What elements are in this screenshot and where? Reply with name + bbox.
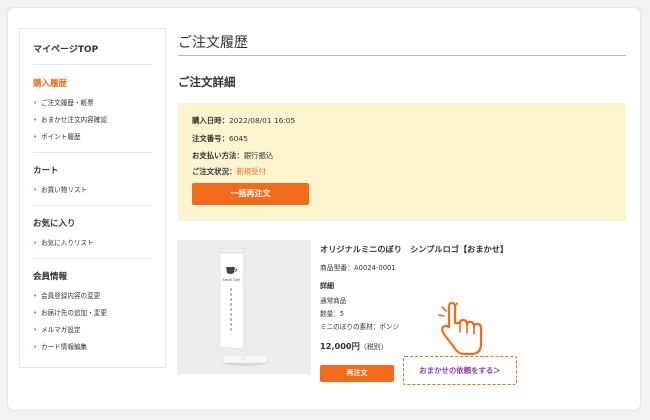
page-title: ご注文履歴 bbox=[178, 35, 248, 51]
request-omakase-link[interactable]: おまかせの依頼をする＞ bbox=[403, 356, 517, 385]
price-value: 12,000円 bbox=[320, 341, 360, 351]
divider bbox=[33, 205, 152, 206]
payment-method-label: お支払い方法： bbox=[192, 151, 244, 160]
order-date-row: 購入日時：2022/08/01 16:05 bbox=[192, 115, 295, 126]
sidebar-section-title: お気に入り bbox=[33, 219, 76, 229]
sidebar-section-cart: カート • お買い物リスト bbox=[33, 164, 153, 199]
product-image[interactable]: Smile Cafe bbox=[177, 240, 311, 374]
order-date-value: 2022/08/01 16:05 bbox=[228, 116, 296, 125]
order-status-row: ご注文状況：新規受付 bbox=[192, 166, 266, 177]
sidebar-item-point-history[interactable]: • ポイント履歴 bbox=[33, 129, 153, 146]
sidebar-section-member-info: 会員情報 • 会員登録内容の変更 • お届け先の追加・変更 • メルマガ設定 • カード… bbox=[33, 270, 153, 356]
order-number-row: 注文番号：6045 bbox=[192, 133, 248, 144]
sidebar-item-card-info[interactable]: • カード情報編集 bbox=[33, 339, 153, 356]
reorder-button[interactable]: 再注文 bbox=[320, 365, 394, 382]
divider bbox=[178, 55, 626, 56]
bullet-icon: • bbox=[33, 99, 38, 107]
order-status-label: ご注文状況： bbox=[192, 167, 237, 176]
product-detail-material: ミニのぼりの素材：ポンジ bbox=[320, 323, 400, 331]
divider bbox=[33, 64, 152, 65]
mini-flag-illustration: Smile Cafe bbox=[177, 240, 311, 374]
order-summary-box: 購入日時：2022/08/01 16:05 注文番号：6045 お支払い方法：銀… bbox=[178, 103, 626, 221]
order-number-label: 注文番号： bbox=[192, 134, 229, 143]
sidebar-item-edit-registration[interactable]: • 会員登録内容の変更 bbox=[33, 288, 153, 305]
bullet-icon: • bbox=[33, 239, 38, 247]
sidebar-section-title: カート bbox=[33, 166, 59, 176]
payment-method-value: 銀行振込 bbox=[243, 151, 274, 160]
sidebar-section-purchase-history: 購入履歴 • ご注文履歴・帳票 • おまかせ注文内容確認 • ポイント履歴 bbox=[33, 77, 153, 146]
sidebar-item-shipping-address[interactable]: • お届け先の追加・変更 bbox=[33, 305, 153, 322]
sidebar-section-title: 購入履歴 bbox=[33, 79, 68, 89]
bullet-icon: • bbox=[33, 326, 38, 334]
flag-logo-text: Smile Cafe bbox=[223, 278, 241, 282]
price-tax-note: （税別） bbox=[359, 343, 388, 351]
sidebar-item-favorites-list[interactable]: • お気に入りリスト bbox=[33, 235, 153, 252]
sidebar-item-omakase-orders[interactable]: • おまかせ注文内容確認 bbox=[33, 112, 153, 129]
product-details-heading: 詳細 bbox=[320, 282, 334, 290]
order-status-value: 新規受付 bbox=[236, 167, 266, 176]
sidebar-section-title: 会員情報 bbox=[33, 272, 68, 282]
sidebar-item-newsletter[interactable]: • メルマガ設定 bbox=[33, 322, 153, 339]
product-detail-type: 通常商品 bbox=[320, 297, 347, 305]
mypage-sidebar: マイページTOP 購入履歴 • ご注文履歴・帳票 • おまかせ注文内容確認 • ポイン… bbox=[19, 28, 166, 368]
section-title-order-detail: ご注文詳細 bbox=[178, 75, 236, 89]
bullet-icon: • bbox=[33, 116, 38, 124]
bullet-icon: • bbox=[33, 186, 38, 194]
product-price: 12,000円（税別） bbox=[320, 340, 388, 352]
product-detail-quantity: 数量：5 bbox=[320, 310, 344, 318]
product-name[interactable]: オリジナルミニのぼり シンプルロゴ【おまかせ】 bbox=[320, 243, 508, 255]
product-code: 商品型番：A0024-0001 bbox=[320, 264, 396, 272]
divider bbox=[33, 152, 152, 153]
order-date-label: 購入日時： bbox=[192, 116, 229, 125]
sidebar-mypage-top-link[interactable]: マイページTOP bbox=[33, 42, 98, 55]
sidebar-item-shopping-list[interactable]: • お買い物リスト bbox=[33, 182, 153, 199]
sidebar-item-order-history[interactable]: • ご注文履歴・帳票 bbox=[33, 95, 153, 112]
bullet-icon: • bbox=[33, 292, 38, 300]
bullet-icon: • bbox=[33, 343, 38, 351]
sidebar-section-favorites: お気に入り • お気に入りリスト bbox=[33, 217, 153, 252]
bullet-icon: • bbox=[33, 309, 38, 317]
bullet-icon: • bbox=[33, 133, 38, 141]
payment-method-row: お支払い方法：銀行振込 bbox=[192, 150, 273, 161]
order-number-value: 6045 bbox=[228, 134, 248, 143]
divider bbox=[33, 258, 152, 259]
hand-pointer-icon bbox=[438, 301, 483, 356]
reorder-all-button[interactable]: 一括再注文 bbox=[192, 183, 309, 205]
